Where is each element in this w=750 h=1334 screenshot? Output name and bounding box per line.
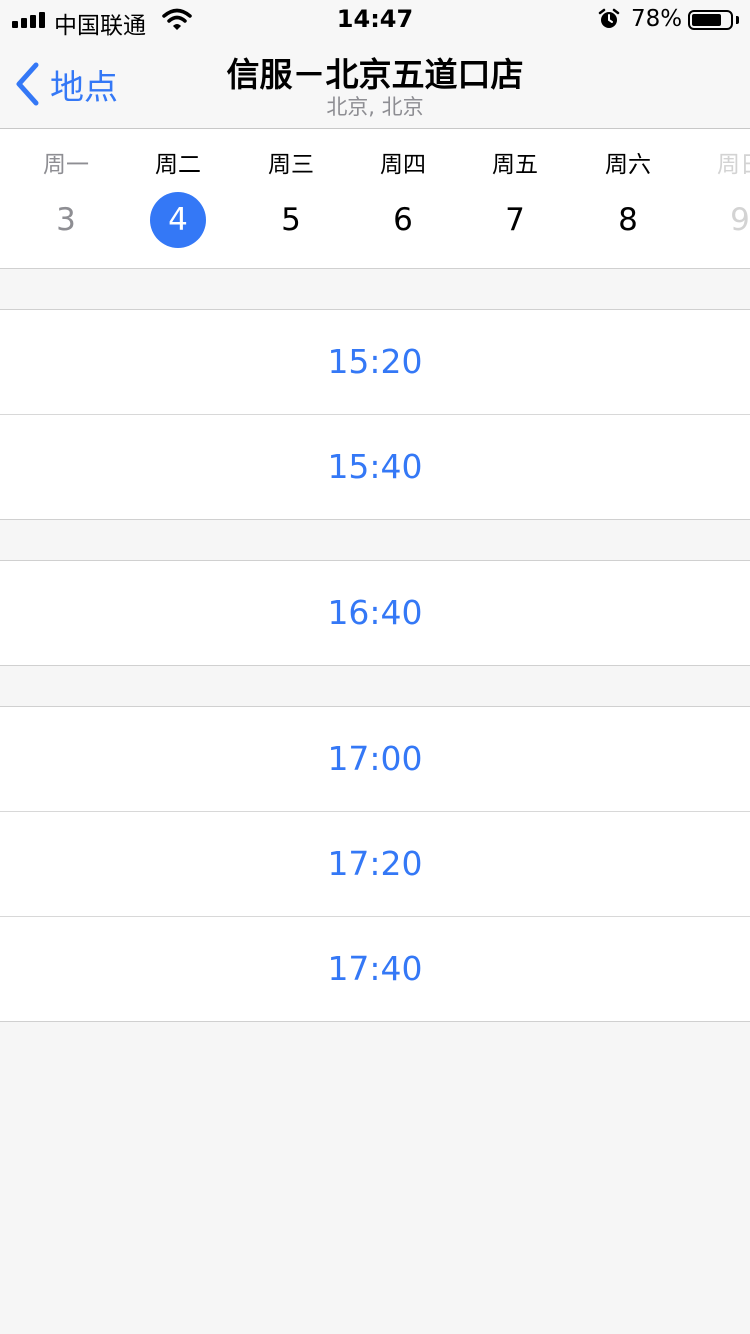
day-number: 6: [393, 202, 413, 238]
status-bar: 中国联通 14:47 78%: [0, 0, 750, 40]
day-4[interactable]: 周二 4: [122, 129, 234, 268]
day-number: 7: [505, 202, 525, 238]
page-title: 信服－北京五道口店: [226, 55, 524, 94]
day-name: 周二: [155, 152, 201, 178]
day-number: 8: [618, 202, 638, 238]
day-name: 周三: [268, 152, 314, 178]
battery-icon: [688, 10, 733, 30]
time-slot[interactable]: 16:40: [0, 561, 750, 665]
day-name: 周六: [605, 152, 651, 178]
time-slot[interactable]: 15:40: [0, 415, 750, 519]
page-subtitle: 北京, 北京: [326, 95, 424, 119]
week-strip: 周一 3 周二 4 周三 5 周四 6 周五 7 周六 8 周日 9: [0, 129, 750, 269]
battery-nub: [736, 16, 739, 24]
alarm-icon: [598, 8, 620, 30]
time-slot-group: 16:40: [0, 560, 750, 666]
time-slot-list: 15:20 15:40 16:40 17:00 17:20 17:40: [0, 309, 750, 1062]
day-number: 4: [150, 192, 206, 248]
day-number: 3: [56, 202, 76, 238]
day-number: 5: [281, 202, 301, 238]
day-7[interactable]: 周五 7: [459, 129, 571, 268]
time-slot[interactable]: 17:00: [0, 707, 750, 812]
time-slot[interactable]: 15:20: [0, 310, 750, 415]
time-slot-group: 15:20 15:40: [0, 309, 750, 520]
battery-percent: 78%: [631, 6, 683, 32]
day-name: 周四: [380, 152, 426, 178]
day-name: 周一: [43, 152, 89, 178]
day-9: 周日 9: [684, 129, 750, 268]
day-name: 周五: [492, 152, 538, 178]
day-8[interactable]: 周六 8: [572, 129, 684, 268]
day-6[interactable]: 周四 6: [347, 129, 459, 268]
day-3: 周一 3: [10, 129, 122, 268]
day-number: 9: [730, 202, 750, 238]
day-name: 周日: [717, 152, 750, 178]
battery-fill: [692, 14, 721, 26]
day-5[interactable]: 周三 5: [235, 129, 347, 268]
time-slot-group: 17:00 17:20 17:40: [0, 706, 750, 1022]
time-slot[interactable]: 17:40: [0, 917, 750, 1021]
time-slot[interactable]: 17:20: [0, 812, 750, 917]
nav-bar: 地点 信服－北京五道口店 北京, 北京: [0, 40, 750, 129]
